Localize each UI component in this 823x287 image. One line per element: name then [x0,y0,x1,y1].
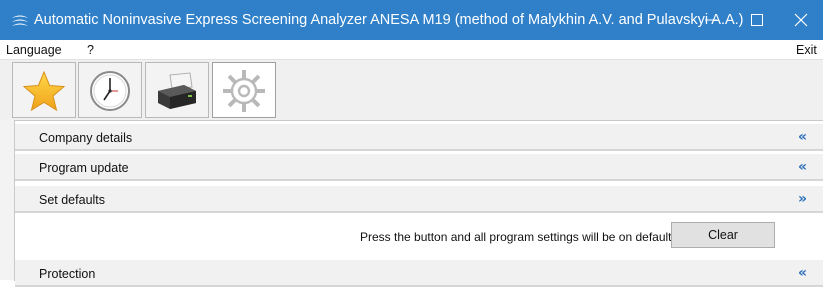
expand-chevron-icon[interactable]: « [798,265,807,281]
menu-bar: Language ? Exit [0,40,823,60]
section-set-defaults-header[interactable]: Set defaults » [15,186,823,213]
window-title: Automatic Noninvasive Express Screening … [34,12,744,28]
section-set-defaults-body: Press the button and all program setting… [15,213,823,260]
star-icon [22,70,66,112]
settings-panel: Company details « Program update « Set d… [14,120,823,287]
favorites-tool-button[interactable] [12,62,76,118]
menu-language[interactable]: Language [6,43,62,57]
menu-help[interactable]: ? [87,43,94,57]
clear-button[interactable]: Clear [671,222,775,248]
expand-chevron-icon[interactable]: « [798,159,807,175]
defaults-message: Press the button and all program setting… [360,230,672,244]
section-protection-label: Protection [39,267,96,281]
section-company-details-header[interactable]: Company details « [15,124,823,151]
close-button[interactable] [778,0,823,40]
minimize-button[interactable] [688,0,734,40]
section-set-defaults-label: Set defaults [39,193,106,207]
clock-icon [90,71,130,111]
expand-chevron-icon[interactable]: « [798,129,807,145]
gear-icon [223,70,265,112]
section-program-update-header[interactable]: Program update « [15,154,823,181]
app-logo-icon [11,11,29,29]
section-program-update-label: Program update [39,161,129,175]
app-window: Automatic Noninvasive Express Screening … [0,0,823,287]
section-protection-header[interactable]: Protection « [15,260,823,287]
printer-icon [158,72,196,109]
toolbar [0,60,823,120]
collapse-chevron-icon[interactable]: » [798,191,807,207]
menu-exit[interactable]: Exit [796,43,817,57]
settings-tool-button[interactable] [212,62,276,118]
title-bar[interactable]: Automatic Noninvasive Express Screening … [0,0,823,40]
print-tool-button[interactable] [145,62,209,118]
history-tool-button[interactable] [78,62,142,118]
section-company-details-label: Company details [39,131,133,145]
maximize-button[interactable] [734,0,780,40]
